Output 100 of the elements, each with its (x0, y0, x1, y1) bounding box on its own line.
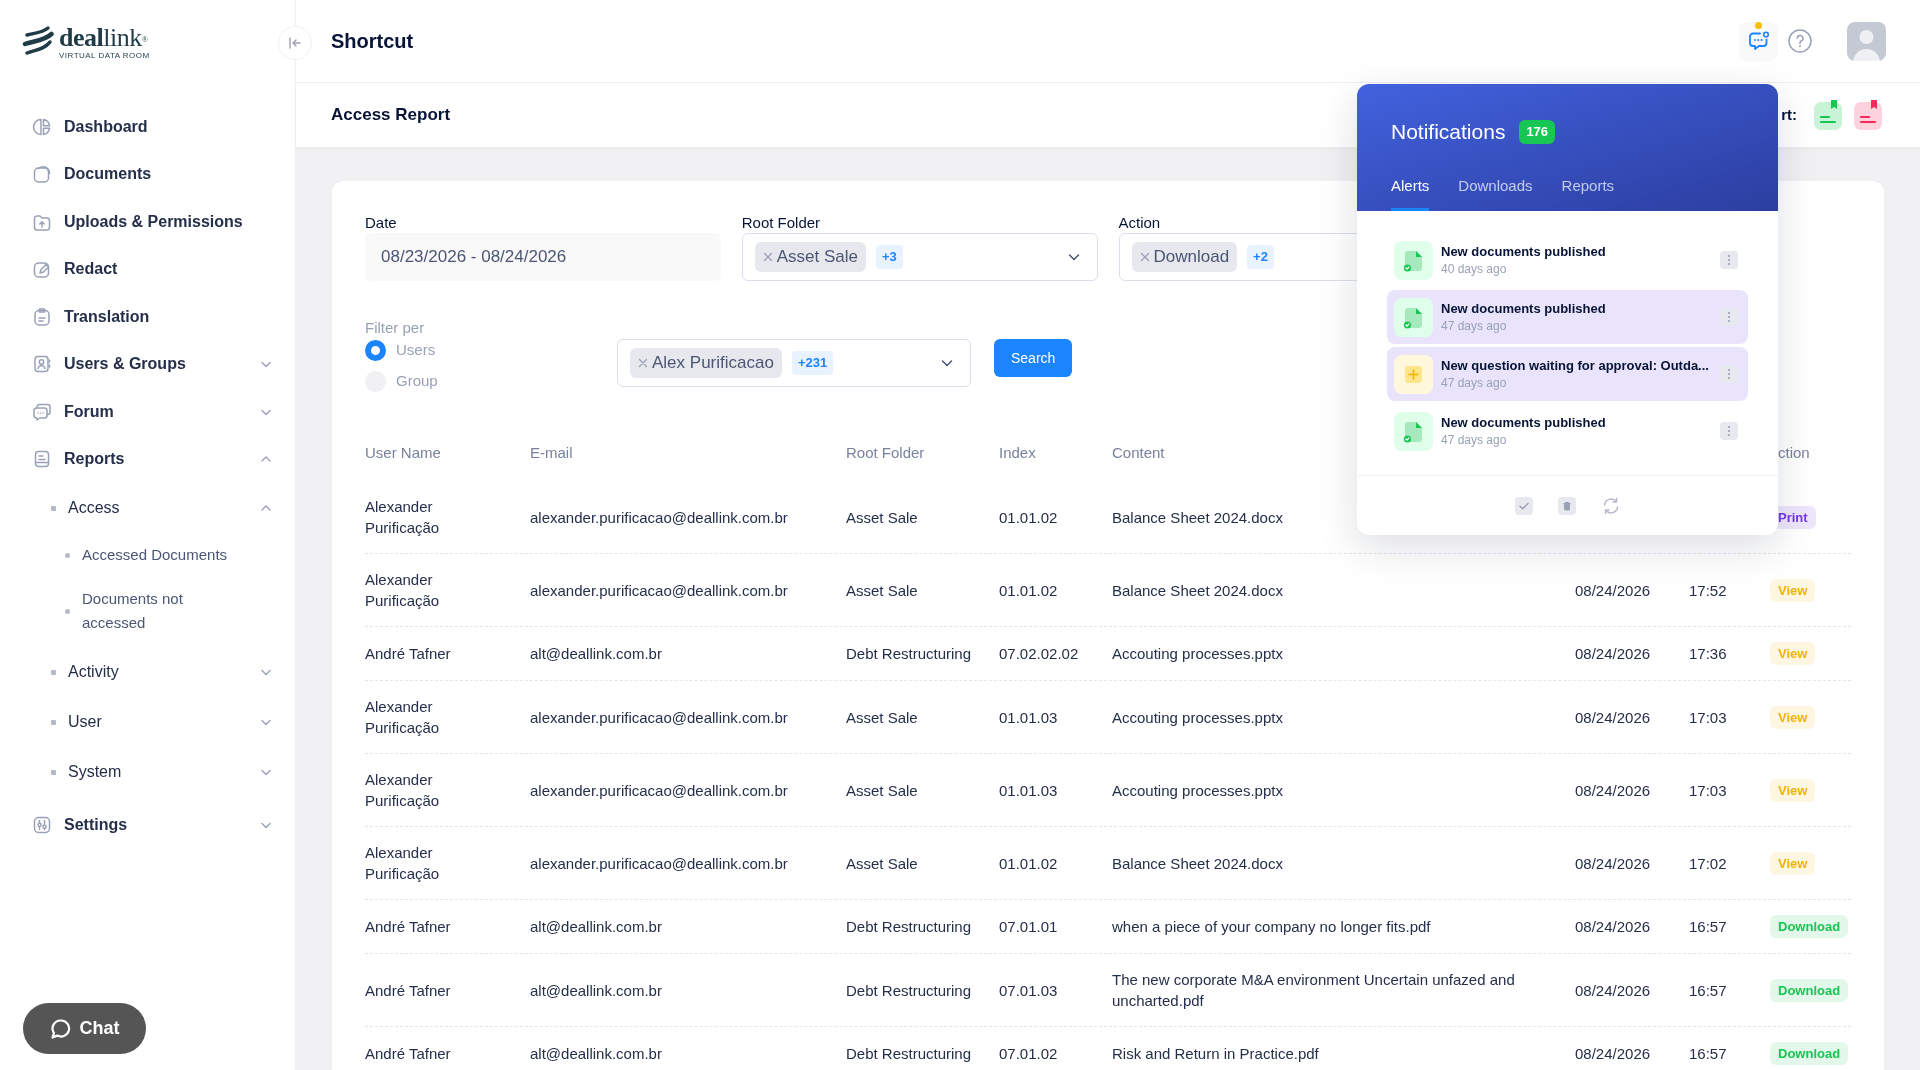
user-name: André Tafner (365, 645, 451, 662)
help-icon[interactable] (1788, 29, 1812, 53)
sidebar-subitem[interactable]: User (0, 697, 295, 747)
file-name: when a piece of your company no longer fits.pdf (1112, 918, 1431, 935)
access-date: 08/24/2026 (1575, 1045, 1651, 1062)
close-icon (1139, 252, 1150, 262)
access-time: 17:03 (1689, 708, 1727, 726)
document-bookmark-icon[interactable] (1814, 100, 1842, 130)
email-address: alexander.purificacao@deallink.com.br (530, 508, 788, 526)
access-date: 08/24/2026 (1575, 581, 1651, 599)
search-button[interactable]: Search (994, 339, 1073, 377)
index-number: 01.01.02 (999, 508, 1058, 526)
bullet-icon (51, 719, 56, 725)
user-name: Alexander Purificação (365, 698, 440, 736)
date-range-field[interactable]: 08/23/2026 - 08/24/2026 (365, 233, 721, 281)
close-icon (638, 358, 648, 368)
trash-icon[interactable] (1557, 496, 1576, 515)
action-tag: Download (1770, 1042, 1849, 1065)
file-name: Balance Sheet 2024.docx (1112, 508, 1283, 526)
sidebar-subitem[interactable]: Documents not accessed (0, 577, 295, 645)
page-title: Shortcut (331, 29, 414, 54)
bullet-icon (51, 669, 56, 675)
field-label: Date (365, 213, 398, 233)
more-vertical-icon[interactable] (1720, 308, 1738, 326)
sidebar-item[interactable]: Redact (0, 245, 295, 293)
more-count: +231 (791, 351, 834, 375)
menu-tab[interactable]: Downloads (1458, 165, 1533, 211)
root-folder-select[interactable]: Asset Sale +3 (741, 233, 1098, 281)
sidebar-subitem[interactable]: System (0, 747, 295, 797)
sidebar-subitem[interactable]: Access (0, 483, 295, 533)
notification-item[interactable]: New documents published 47 days ago (1387, 290, 1748, 344)
sidebar-item[interactable]: Uploads & Permissions (0, 198, 295, 246)
action-tag: View (1770, 578, 1816, 602)
column-header: Root Folder (846, 443, 925, 461)
file-name: Balance Sheet 2024.docx (1112, 854, 1283, 872)
file-name: Accouting processes.pptx (1112, 781, 1283, 799)
access-time: 17:52 (1689, 581, 1727, 599)
avatar-silhouette-icon[interactable] (1847, 21, 1886, 61)
sidebar-item[interactable]: Settings (0, 801, 295, 849)
user-name: André Tafner (365, 981, 451, 999)
action-tag: View (1770, 778, 1816, 802)
email-address: alt@deallink.com.br (530, 918, 662, 935)
sidebar-subitem[interactable]: Activity (0, 647, 295, 697)
access-date: 08/24/2026 (1575, 854, 1651, 872)
column-header: E-mail (530, 443, 573, 461)
document-check-icon (1394, 411, 1433, 451)
action-tag: Download (1770, 915, 1849, 938)
check-icon[interactable] (1514, 496, 1533, 515)
more-vertical-icon[interactable] (1720, 251, 1738, 269)
selected-option-chip[interactable]: Alex Purificacao (630, 348, 782, 378)
more-count: +2 (1247, 245, 1274, 269)
selected-option-chip[interactable]: Download (1131, 242, 1238, 272)
message-button[interactable] (1739, 21, 1778, 61)
document-icon (32, 164, 52, 185)
notification-time: 47 days ago (1441, 374, 1507, 392)
user-name: Alexander Purificação (365, 771, 440, 809)
email-address: alexander.purificacao@deallink.com.br (530, 581, 788, 599)
speech-bubble-icon (49, 1017, 72, 1040)
sidebar-item[interactable]: Documents (0, 150, 295, 198)
email-address: alt@deallink.com.br (530, 981, 662, 999)
index-number: 07.02.02.02 (999, 645, 1079, 662)
access-date: 08/24/2026 (1575, 918, 1651, 935)
email-address: alt@deallink.com.br (530, 1045, 662, 1062)
sidebar-item[interactable]: Dashboard (0, 103, 295, 151)
selected-option-chip[interactable]: Asset Sale (754, 242, 866, 272)
file-name: Balance Sheet 2024.docx (1112, 581, 1283, 599)
logo-wordmark: deallink$^{®}$ (59, 25, 149, 50)
index-number: 07.01.01 (999, 918, 1058, 935)
menu-title: Notifications (1391, 119, 1506, 145)
access-date: 08/24/2026 (1575, 645, 1651, 662)
action-tag: View (1770, 851, 1816, 875)
sidebar-item[interactable]: Forum (0, 388, 295, 436)
document-bookmark-icon[interactable] (1854, 100, 1882, 130)
access-date: 08/24/2026 (1575, 981, 1651, 999)
more-vertical-icon[interactable] (1720, 365, 1738, 383)
index-number: 01.01.03 (999, 708, 1058, 726)
member-select[interactable]: Alex Purificacao +231 (617, 339, 971, 387)
sidebar-item[interactable]: Users & Groups (0, 340, 295, 388)
sidebar-subitem[interactable]: Accessed Documents (0, 533, 295, 577)
sidebar-item[interactable]: Reports (0, 435, 295, 483)
chat-button[interactable]: Chat (23, 1003, 146, 1054)
access-time: 16:57 (1689, 918, 1727, 935)
sidebar-item[interactable]: Translation (0, 293, 295, 341)
user-name: André Tafner (365, 918, 451, 935)
notification-time: 47 days ago (1441, 317, 1507, 335)
clipboard-icon (32, 306, 52, 327)
menu-tab[interactable]: Reports (1561, 165, 1615, 211)
email-address: alexander.purificacao@deallink.com.br (530, 781, 788, 799)
notification-item[interactable]: New question waiting for approval: Outda... 47 days ago (1387, 347, 1748, 401)
settings-icon (32, 814, 52, 835)
user-name: Alexander Purificação (365, 498, 440, 536)
folder-name: Asset Sale (846, 854, 918, 872)
folder-name: Asset Sale (846, 781, 918, 799)
more-vertical-icon[interactable] (1720, 422, 1738, 440)
access-time: 16:57 (1689, 1045, 1727, 1062)
menu-tab[interactable]: Alerts (1391, 165, 1430, 211)
notification-title: New question waiting for approval: Outda... (1441, 356, 1709, 375)
index-number: 01.01.02 (999, 581, 1058, 599)
access-time: 16:57 (1689, 981, 1727, 999)
index-number: 07.01.02 (999, 1045, 1058, 1062)
